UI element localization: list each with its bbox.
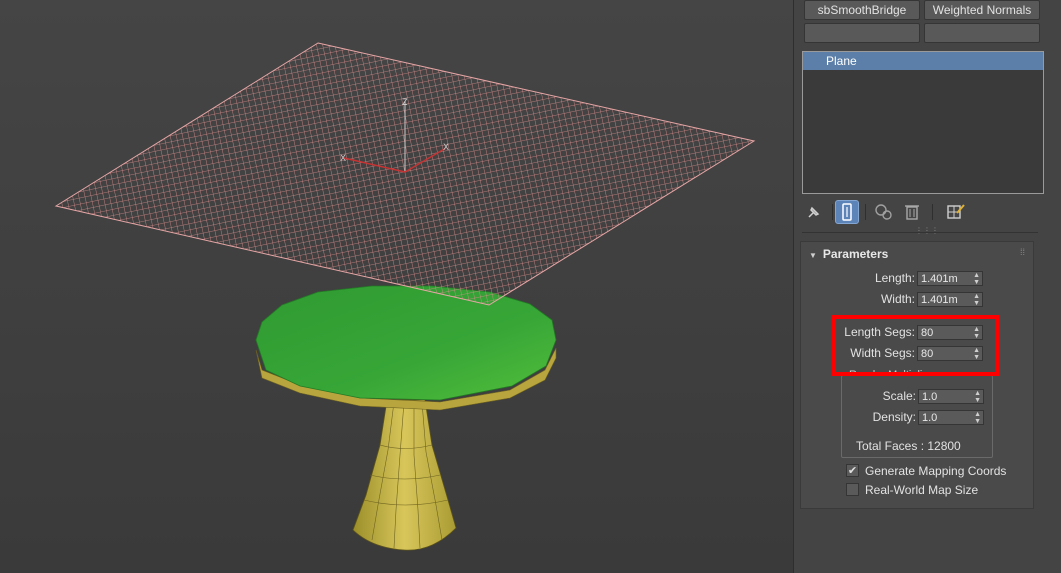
width-value[interactable]: 1.401m xyxy=(921,293,958,307)
spinner-arrows-icon[interactable]: ▲ ▼ xyxy=(974,411,981,425)
density-spinner[interactable]: 1.0 ▲ ▼ xyxy=(918,410,984,425)
total-faces-readout: Total Faces : 12800 xyxy=(856,439,961,453)
gizmo-x-right-label: X xyxy=(443,142,449,152)
highlight-box xyxy=(832,315,999,376)
generate-mapping-coords-option[interactable]: ✔ Generate Mapping Coords xyxy=(846,463,1026,479)
modifier-button-sbsmoothbridge[interactable]: sbSmoothBridge xyxy=(804,0,920,20)
viewport-perspective[interactable]: Z X X xyxy=(0,0,793,573)
gizmo-x-label: X xyxy=(340,153,346,163)
generate-mapping-label[interactable]: Generate Mapping Coords xyxy=(865,463,1006,479)
spinner-arrows-icon[interactable]: ▲ ▼ xyxy=(973,272,980,286)
real-world-map-size-option[interactable]: Real-World Map Size xyxy=(846,482,1026,498)
generate-mapping-checkbox[interactable]: ✔ xyxy=(846,464,859,477)
width-spinner[interactable]: 1.401m ▲ ▼ xyxy=(917,292,983,307)
panel-resize-grip[interactable]: ⋮⋮⋮ xyxy=(915,227,939,235)
scale-value[interactable]: 1.0 xyxy=(922,390,937,404)
stack-item-plane[interactable]: Plane xyxy=(803,52,1043,70)
spinner-arrows-icon[interactable]: ▲ ▼ xyxy=(974,390,981,404)
modifier-stack-toolbar xyxy=(802,200,1050,226)
command-panel-modify: sbSmoothBridge Weighted Normals Plane ⋮⋮… xyxy=(793,0,1061,573)
real-world-map-checkbox[interactable] xyxy=(846,483,859,496)
pin-stack-icon[interactable] xyxy=(802,200,826,224)
parameters-title: Parameters xyxy=(822,247,889,261)
configure-modifier-sets-icon[interactable] xyxy=(944,200,968,224)
modifier-button-empty-1[interactable] xyxy=(804,23,920,43)
make-unique-icon[interactable] xyxy=(872,200,896,224)
modifier-button-weighted-normals[interactable]: Weighted Normals xyxy=(924,0,1040,20)
remove-modifier-icon[interactable] xyxy=(900,200,924,224)
plane-wireframe xyxy=(54,42,756,306)
width-label: Width: xyxy=(880,292,915,306)
collapse-triangle-icon: ▼ xyxy=(809,251,817,260)
gizmo-z-label: Z xyxy=(402,97,408,107)
length-label: Length: xyxy=(874,271,915,285)
modifier-stack-list[interactable]: Plane xyxy=(802,51,1044,194)
show-end-result-icon[interactable] xyxy=(835,200,859,224)
table-base-mesh xyxy=(352,399,457,551)
viewport-scene: Z X X xyxy=(54,42,756,551)
scale-label: Scale: xyxy=(882,389,916,403)
modifier-button-empty-2[interactable] xyxy=(924,23,1040,43)
scale-spinner[interactable]: 1.0 ▲ ▼ xyxy=(918,389,984,404)
rollout-grip-icon[interactable]: ⁞⁞ xyxy=(1020,247,1025,257)
density-value[interactable]: 1.0 xyxy=(922,411,937,425)
length-spinner[interactable]: 1.401m ▲ ▼ xyxy=(917,271,983,286)
length-value[interactable]: 1.401m xyxy=(921,272,958,286)
render-multipliers-group: Render Multipliers Scale: 1.0 ▲ ▼ Density… xyxy=(841,369,993,458)
table-top-mesh xyxy=(255,285,557,411)
parameters-rollout-header[interactable]: ▼ Parameters xyxy=(809,247,888,261)
spinner-arrows-icon[interactable]: ▲ ▼ xyxy=(973,293,980,307)
density-label: Density: xyxy=(872,410,916,424)
real-world-map-label[interactable]: Real-World Map Size xyxy=(865,482,978,498)
